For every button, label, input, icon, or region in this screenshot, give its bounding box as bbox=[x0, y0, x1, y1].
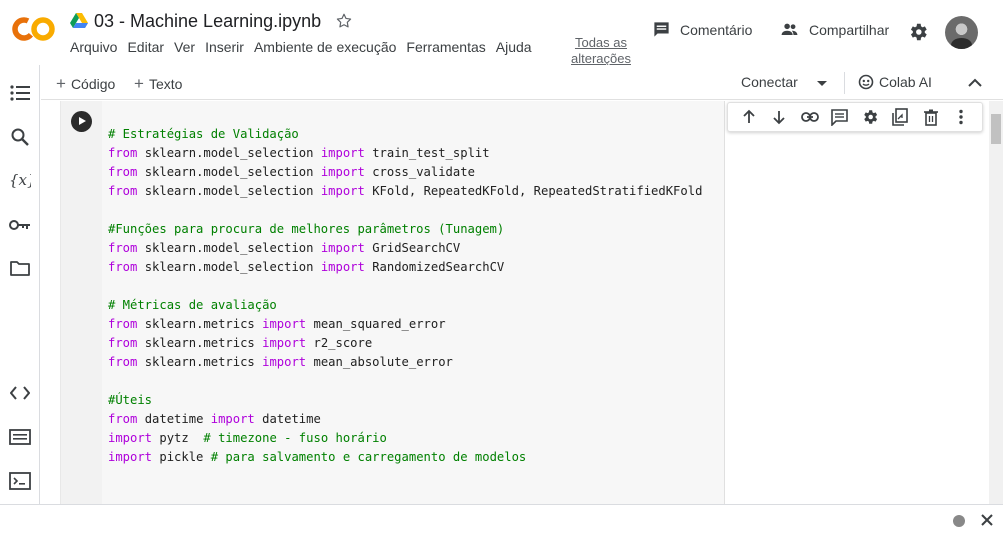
code-line: # Métricas de avaliação bbox=[108, 298, 277, 312]
link-icon[interactable] bbox=[800, 107, 820, 127]
vertical-scrollbar[interactable] bbox=[989, 101, 1003, 504]
colab-logo[interactable] bbox=[12, 14, 56, 44]
menu-editar[interactable]: Editar bbox=[127, 39, 164, 55]
move-down-icon[interactable] bbox=[769, 107, 789, 127]
notebook-title[interactable]: 03 - Machine Learning.ipynb bbox=[94, 11, 321, 32]
cell-gutter bbox=[61, 101, 102, 504]
code-line: from datetime import datetime bbox=[108, 412, 321, 426]
notebook-area: # Estratégias de Validação from sklearn.m… bbox=[41, 101, 989, 504]
menu-arquivo[interactable]: Arquivo bbox=[70, 39, 117, 55]
cell-toolbar bbox=[727, 102, 983, 132]
search-icon[interactable] bbox=[9, 126, 31, 148]
code-line: from sklearn.model_selection import cros… bbox=[108, 165, 475, 179]
header: 03 - Machine Learning.ipynb Arquivo Edit… bbox=[0, 0, 1003, 65]
notebook-toolbar: + Código + Texto Conectar Colab AI bbox=[41, 65, 1003, 100]
plus-icon: + bbox=[56, 74, 66, 93]
google-drive-icon[interactable] bbox=[70, 13, 88, 29]
toolbar-divider bbox=[844, 72, 845, 94]
colab-ai-button[interactable]: Colab AI bbox=[858, 74, 932, 90]
mirror-cell-icon[interactable] bbox=[890, 107, 910, 127]
add-text-button[interactable]: + Texto bbox=[134, 74, 182, 94]
scrollbar-thumb[interactable] bbox=[991, 114, 1001, 144]
code-line: # Estratégias de Validação bbox=[108, 127, 299, 141]
people-icon bbox=[781, 23, 798, 36]
variables-icon[interactable]: {x} bbox=[9, 169, 31, 191]
menu-ambiente-execucao[interactable]: Ambiente de execução bbox=[254, 39, 396, 55]
share-label: Compartilhar bbox=[809, 21, 890, 38]
code-line: from sklearn.model_selection import KFol… bbox=[108, 184, 703, 198]
code-line: from sklearn.metrics import mean_squared… bbox=[108, 317, 446, 331]
chevron-up-icon[interactable] bbox=[966, 74, 984, 92]
code-line: from sklearn.model_selection import Grid… bbox=[108, 241, 461, 255]
connect-button[interactable]: Conectar bbox=[741, 74, 798, 90]
comment-label: Comentário bbox=[680, 21, 753, 38]
command-palette-icon[interactable] bbox=[9, 426, 31, 448]
svg-text:{x}: {x} bbox=[9, 171, 31, 189]
plus-icon: + bbox=[134, 74, 144, 93]
menu-ferramentas[interactable]: Ferramentas bbox=[406, 39, 485, 55]
status-dot-icon bbox=[953, 515, 965, 527]
code-line: import pickle # para salvamento e carreg… bbox=[108, 450, 527, 464]
terminal-icon[interactable] bbox=[9, 470, 31, 492]
close-icon[interactable] bbox=[980, 513, 994, 527]
add-code-button[interactable]: + Código bbox=[56, 74, 115, 94]
delete-icon[interactable] bbox=[921, 107, 941, 127]
colab-window: 03 - Machine Learning.ipynb Arquivo Edit… bbox=[0, 0, 1003, 534]
status-bar bbox=[0, 504, 1003, 534]
add-code-label: Código bbox=[70, 76, 116, 92]
comment-icon[interactable] bbox=[830, 107, 850, 127]
menu-bar: Arquivo Editar Ver Inserir Ambiente de e… bbox=[70, 39, 542, 55]
menu-ver[interactable]: Ver bbox=[174, 39, 195, 55]
move-up-icon[interactable] bbox=[739, 107, 759, 127]
code-line: from sklearn.metrics import mean_absolut… bbox=[108, 355, 453, 369]
menu-ajuda[interactable]: Ajuda bbox=[496, 39, 532, 55]
toc-icon[interactable] bbox=[9, 82, 31, 104]
code-line: from sklearn.model_selection import Rand… bbox=[108, 260, 505, 274]
chevron-down-icon[interactable] bbox=[815, 76, 829, 90]
user-avatar[interactable] bbox=[945, 16, 978, 49]
key-icon[interactable] bbox=[9, 214, 31, 236]
colab-ai-icon bbox=[858, 74, 874, 90]
share-button[interactable]: Compartilhar bbox=[779, 20, 889, 39]
menu-inserir[interactable]: Inserir bbox=[205, 39, 244, 55]
output-side-pane bbox=[724, 101, 989, 504]
star-icon[interactable] bbox=[335, 12, 353, 30]
code-line: from sklearn.model_selection import trai… bbox=[108, 146, 490, 160]
add-text-label: Texto bbox=[148, 76, 183, 92]
comment-button[interactable]: Comentário bbox=[652, 20, 752, 39]
left-rail: {x} bbox=[0, 65, 40, 505]
code-editor[interactable]: # Estratégias de Validação from sklearn.m… bbox=[108, 125, 702, 467]
run-cell-button[interactable] bbox=[71, 111, 92, 132]
more-icon[interactable] bbox=[951, 107, 971, 127]
settings-gear-icon[interactable] bbox=[907, 21, 929, 43]
code-line: import pytz # timezone - fuso horário bbox=[108, 431, 387, 445]
code-line: from sklearn.metrics import r2_score bbox=[108, 336, 373, 350]
code-line: #Funções para procura de melhores parâme… bbox=[108, 222, 505, 236]
colab-ai-label: Colab AI bbox=[879, 74, 932, 90]
code-snippets-icon[interactable] bbox=[9, 382, 31, 404]
code-cell[interactable]: # Estratégias de Validação from sklearn.m… bbox=[60, 101, 724, 504]
folder-icon[interactable] bbox=[9, 257, 31, 279]
code-line: #Úteis bbox=[108, 393, 153, 407]
comment-icon bbox=[654, 22, 669, 37]
all-changes-link[interactable]: Todas as alterações bbox=[566, 35, 636, 65]
settings-icon[interactable] bbox=[860, 107, 880, 127]
